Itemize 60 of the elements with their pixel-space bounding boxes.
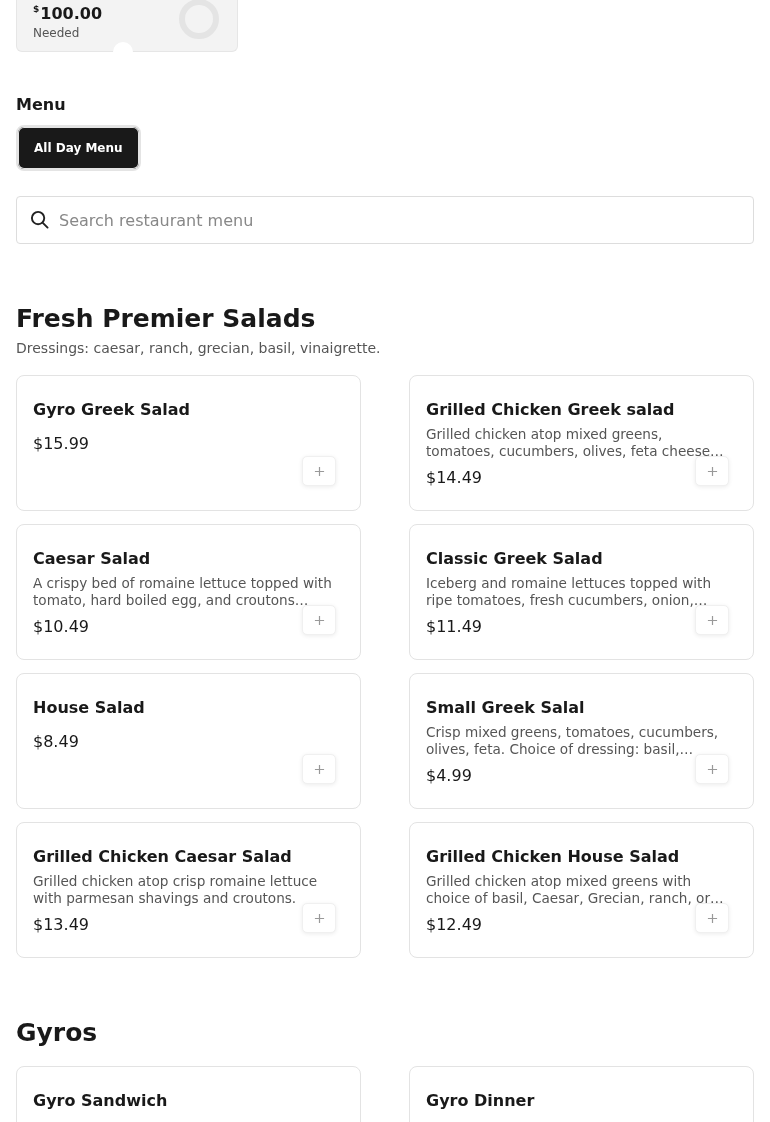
menu-tab[interactable]: All Day Menu	[16, 125, 141, 171]
plus-icon	[313, 614, 325, 626]
section-heading: Gyros	[16, 1018, 99, 1048]
add-button[interactable]	[695, 605, 729, 635]
menu-item-card[interactable]: Gyro Sandwich	[16, 1066, 361, 1122]
menu-item-card[interactable]: Grilled Chicken Greek salad Grilled chicken atop mixed greens, tomatoes, cucumbers, olives, feta cheese… $14.49	[409, 375, 754, 511]
menu-item-card[interactable]: Gyro Dinner	[409, 1066, 754, 1122]
item-price: $13.49	[33, 915, 89, 935]
item-name: Gyro Sandwich	[33, 1091, 168, 1111]
item-price: $8.49	[33, 732, 79, 752]
item-price: $14.49	[426, 468, 482, 488]
item-name: Classic Greek Salad	[426, 549, 603, 569]
search-field[interactable]: Search restaurant menu	[16, 196, 754, 244]
item-price: $11.49	[426, 617, 482, 637]
add-button[interactable]	[302, 605, 336, 635]
needed-label: Needed	[33, 26, 81, 40]
item-name: Small Greek Salal	[426, 698, 585, 718]
item-description: Grilled chicken atop crisp romaine lettuce with parmesan shavings and croutons.	[33, 873, 319, 907]
item-name: Gyro Greek Salad	[33, 400, 190, 420]
add-button[interactable]	[302, 903, 336, 933]
menu-heading: Menu	[16, 95, 67, 115]
amount-needed: 100.00	[40, 4, 102, 23]
item-price: $12.49	[426, 915, 482, 935]
plus-icon	[313, 465, 325, 477]
section-description: Dressings: caesar, ranch, grecian, basil, vinaigrette.	[16, 340, 382, 356]
menu-item-card[interactable]: Caesar Salad A crispy bed of romaine lettuce topped with tomato, hard boiled egg, and croutons… $10.49	[16, 524, 361, 660]
menu-item-card[interactable]: Grilled Chicken Caesar Salad Grilled chicken atop crisp romaine lettuce with parmesan shavings and croutons. $13.49	[16, 822, 361, 958]
add-button[interactable]	[695, 903, 729, 933]
menu-item-card[interactable]: Grilled Chicken House Salad Grilled chicken atop mixed greens with choice of basil, Caesar, Grecian, ranch, or… $12.49	[409, 822, 754, 958]
menu-item-card[interactable]: Gyro Greek Salad $15.99	[16, 375, 361, 511]
currency-symbol: $	[33, 4, 40, 14]
item-description: Grilled chicken atop mixed greens with choice of basil, Caesar, Grecian, ranch, or…	[426, 873, 725, 907]
item-description: Grilled chicken atop mixed greens, tomatoes, cucumbers, olives, feta cheese…	[426, 426, 725, 460]
search-icon	[30, 210, 49, 229]
item-name: Gyro Dinner	[426, 1091, 535, 1111]
menu-item-card[interactable]: Classic Greek Salad Iceberg and romaine lettuces topped with ripe tomatoes, fresh cucumbers, onion,… $11.49	[409, 524, 754, 660]
item-price: $10.49	[33, 617, 89, 637]
menu-item-card[interactable]: Small Greek Salal Crisp mixed greens, tomatoes, cucumbers, olives, feta. Choice of dressing: basil,… $4.99	[409, 673, 754, 809]
item-price: $15.99	[33, 434, 89, 454]
item-name: Grilled Chicken Caesar Salad	[33, 847, 292, 867]
item-description: A crispy bed of romaine lettuce topped with tomato, hard boiled egg, and croutons…	[33, 575, 333, 609]
plus-icon	[706, 465, 718, 477]
item-name: Caesar Salad	[33, 549, 151, 569]
add-button[interactable]	[302, 456, 336, 486]
plus-icon	[313, 763, 325, 775]
plus-icon	[706, 763, 718, 775]
menu-item-card[interactable]: House Salad $8.49	[16, 673, 361, 809]
section-heading: Fresh Premier Salads	[16, 304, 317, 334]
plus-icon	[313, 912, 325, 924]
add-button[interactable]	[695, 456, 729, 486]
item-price: $4.99	[426, 766, 472, 786]
item-description: Iceberg and romaine lettuces topped with ripe tomatoes, fresh cucumbers, onion,…	[426, 575, 712, 609]
item-description: Crisp mixed greens, tomatoes, cucumbers, olives, feta. Choice of dressing: basil,…	[426, 724, 720, 758]
item-name: Grilled Chicken Greek salad	[426, 400, 675, 420]
item-name: Grilled Chicken House Salad	[426, 847, 680, 867]
item-name: House Salad	[33, 698, 145, 718]
add-button[interactable]	[302, 754, 336, 784]
plus-icon	[706, 912, 718, 924]
add-button[interactable]	[695, 754, 729, 784]
plus-icon	[706, 614, 718, 626]
